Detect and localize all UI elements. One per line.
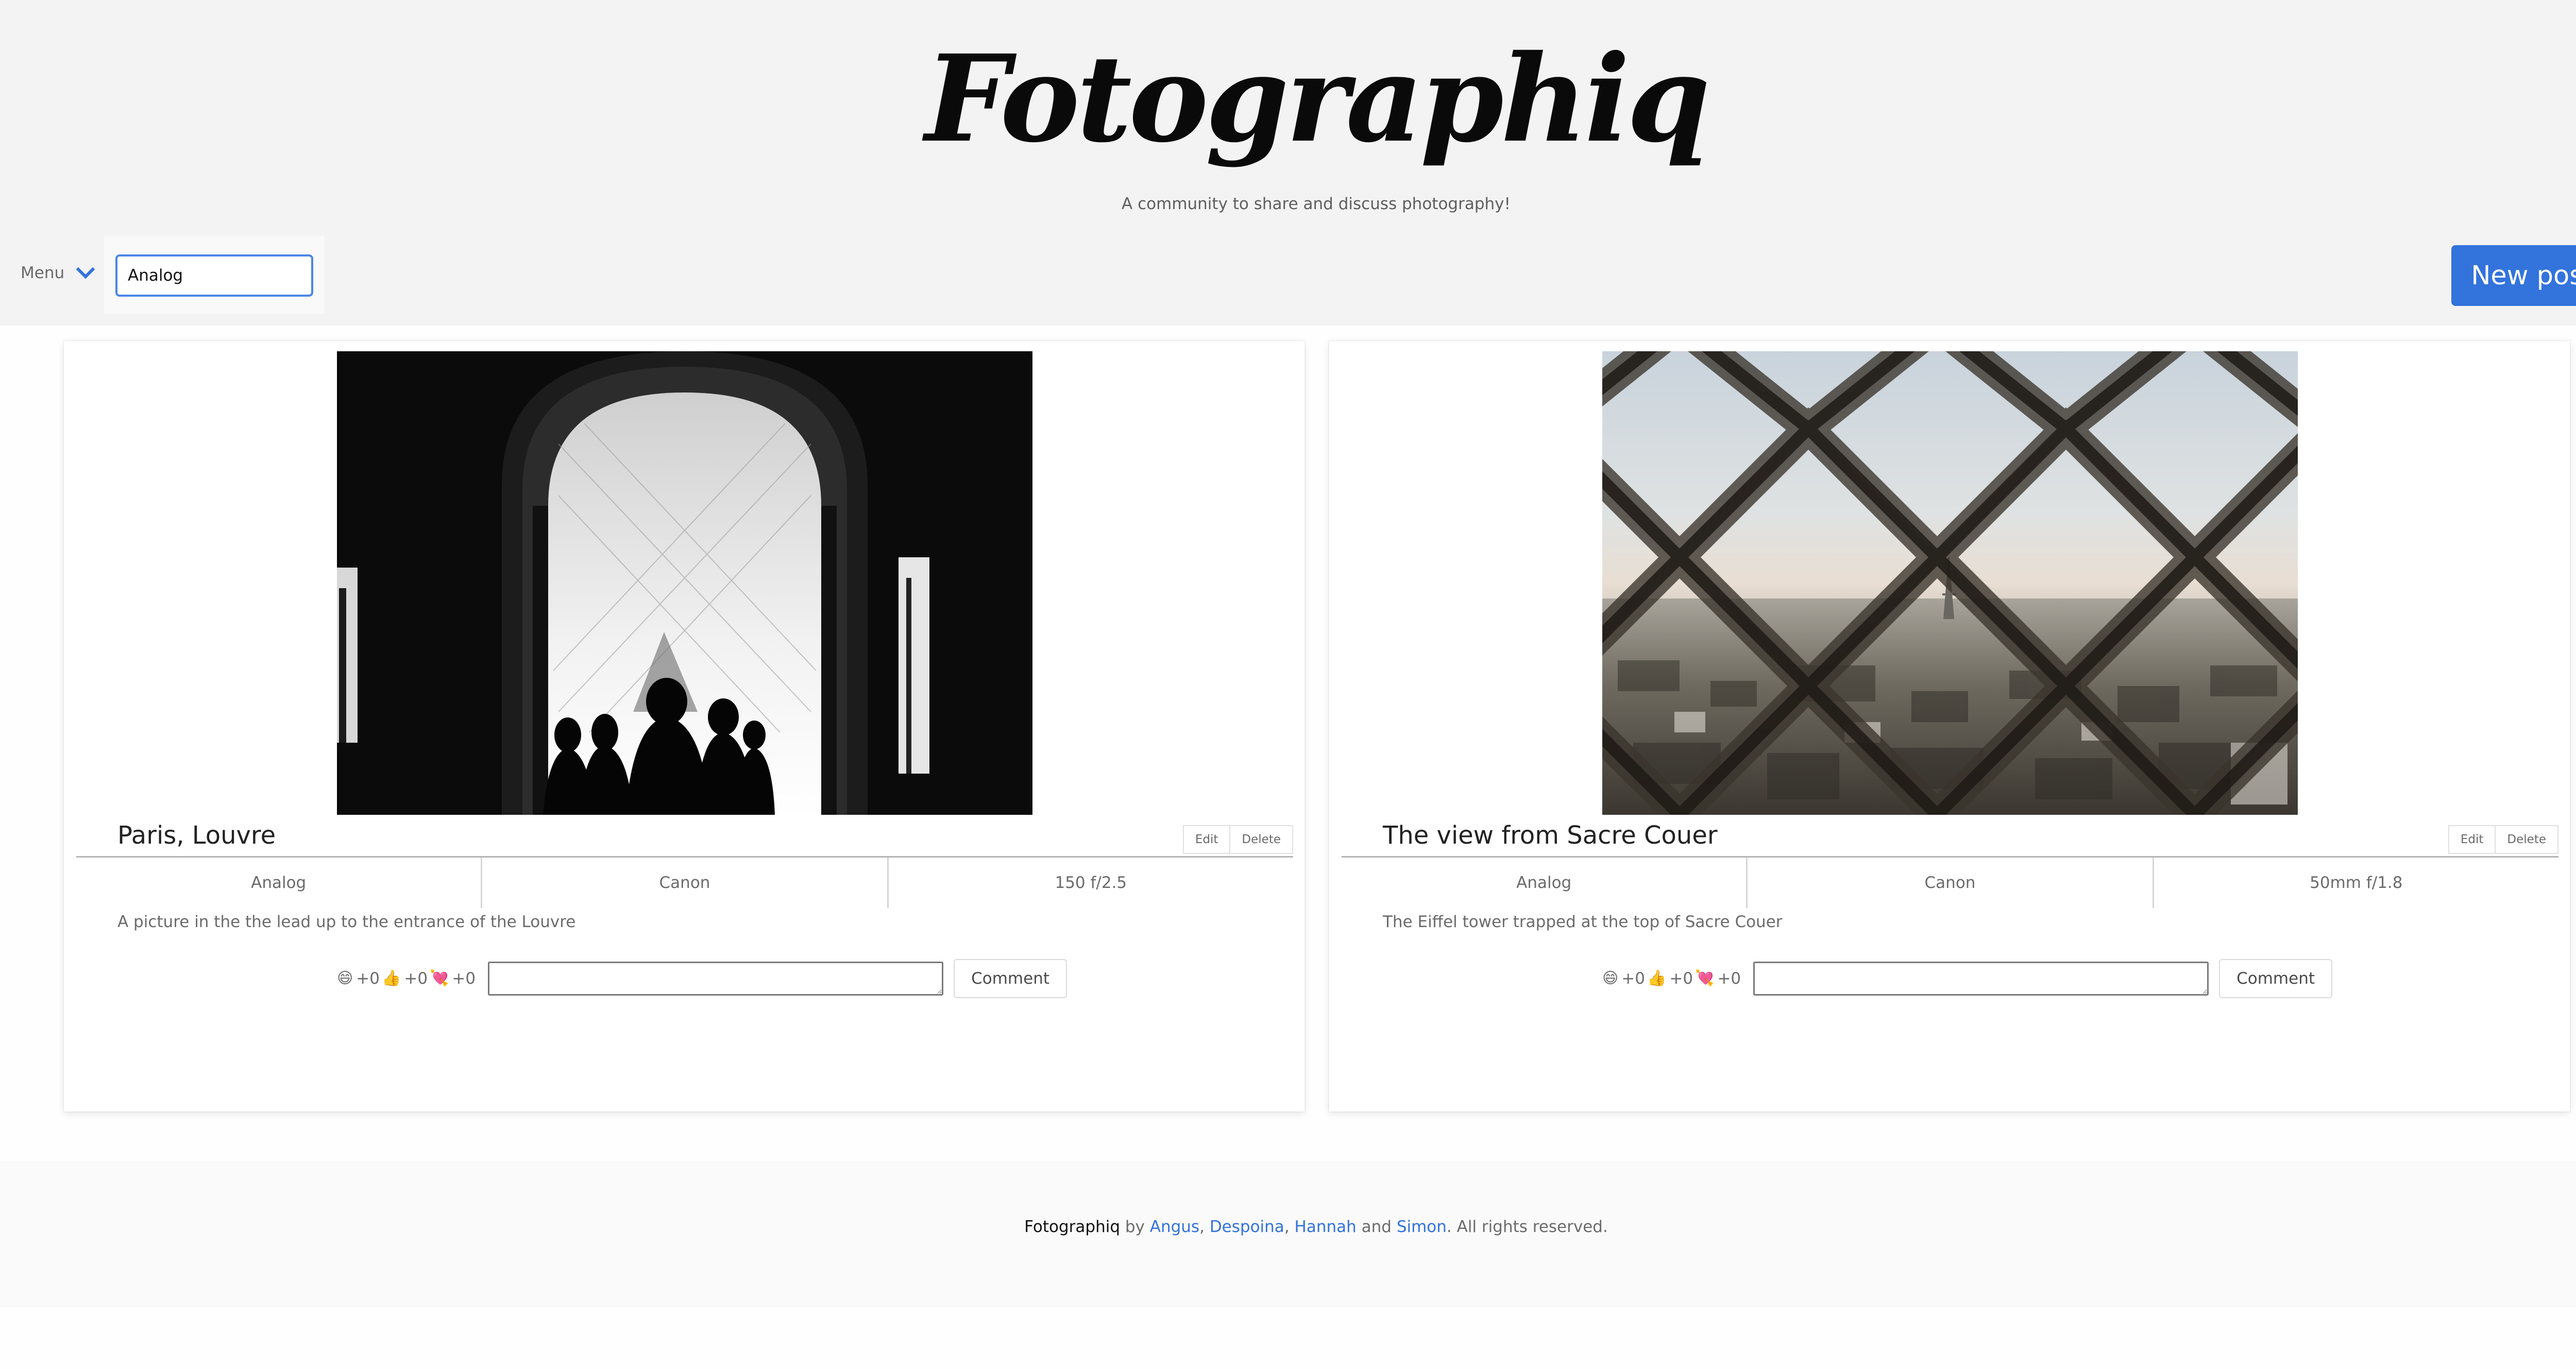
delete-button[interactable]: Delete <box>2496 825 2558 854</box>
site-tagline: A community to share and discuss photogr… <box>1122 195 1511 213</box>
author-link-angus[interactable]: Angus <box>1150 1218 1199 1236</box>
comment-button[interactable]: Comment <box>2219 959 2332 998</box>
post-actions: Edit Delete <box>2448 825 2558 854</box>
search-container <box>104 236 325 314</box>
meta-lens: 50mm f/1.8 <box>2310 874 2403 892</box>
meta-film: Analog <box>1342 858 1748 908</box>
footer-rights: . All rights reserved. <box>1446 1218 1608 1236</box>
edit-button[interactable]: Edit <box>2448 825 2496 854</box>
footer-separator: , <box>1284 1218 1295 1236</box>
thumbs-up-icon[interactable]: 👍 <box>1647 971 1666 986</box>
post-description: The Eiffel tower trapped at the top of S… <box>1383 913 1783 931</box>
menu-dropdown[interactable]: Menu <box>21 260 95 282</box>
menu-label[interactable]: Menu <box>21 264 64 282</box>
thumbs-up-icon[interactable]: 👍 <box>382 971 401 986</box>
meta-camera: Canon <box>1748 858 2154 908</box>
reaction-count: +0 <box>452 969 476 988</box>
reaction-count: +0 <box>404 969 428 988</box>
reaction-count: +0 <box>1717 969 1741 988</box>
meta-lens: 150 f/2.5 <box>1055 874 1127 892</box>
reaction-count: +0 <box>356 969 380 988</box>
post-actions: Edit Delete <box>1182 825 1293 854</box>
author-link-despoina[interactable]: Despoina <box>1210 1218 1284 1236</box>
site-footer: Fotographiq by Angus, Despoina, Hannah a… <box>0 1161 2576 1307</box>
laugh-emoji-icon[interactable]: 😄 <box>337 971 353 986</box>
search-input[interactable] <box>115 254 313 297</box>
comment-input[interactable] <box>1753 962 2209 996</box>
footer-brand: Fotographiq <box>1024 1218 1121 1236</box>
footer-and: and <box>1356 1218 1397 1236</box>
post-meta: Analog Canon 50mm f/1.8 <box>1342 858 2558 908</box>
comment-input[interactable] <box>488 962 944 996</box>
reaction-count: +0 <box>1621 969 1645 988</box>
meta-camera: Canon <box>482 858 889 908</box>
reaction-bar: 😄 +0 👍 +0 💘 +0 Comment <box>1602 959 2332 998</box>
footer-separator: , <box>1199 1218 1210 1236</box>
post-photo-sacre-coeur <box>1602 351 2298 815</box>
laugh-emoji-icon[interactable]: 😄 <box>1602 971 1618 986</box>
post-card: The view from Sacre Couer Edit Delete An… <box>1329 341 2570 1111</box>
author-link-simon[interactable]: Simon <box>1397 1218 1447 1236</box>
comment-button[interactable]: Comment <box>954 959 1067 998</box>
heart-arrow-icon[interactable]: 💘 <box>1695 971 1714 986</box>
post-title: The view from Sacre Couer <box>1383 821 1718 850</box>
site-logo[interactable]: Fotographiq <box>0 27 2576 171</box>
delete-button[interactable]: Delete <box>1230 825 1293 854</box>
new-post-button[interactable]: New post <box>2451 245 2576 306</box>
reaction-count: +0 <box>1669 969 1693 988</box>
post-description: A picture in the the lead up to the entr… <box>117 913 576 931</box>
edit-button[interactable]: Edit <box>1182 825 1231 854</box>
heart-arrow-icon[interactable]: 💘 <box>430 971 449 986</box>
meta-film: Analog <box>76 858 483 908</box>
reaction-bar: 😄 +0 👍 +0 💘 +0 Comment <box>337 959 1067 998</box>
reactions: 😄 +0 👍 +0 💘 +0 <box>337 969 478 988</box>
chevron-down-icon[interactable] <box>76 260 95 279</box>
post-photo-louvre <box>337 351 1032 815</box>
reactions: 😄 +0 👍 +0 💘 +0 <box>1602 969 1743 988</box>
footer-credits: Fotographiq by Angus, Despoina, Hannah a… <box>0 1218 2576 1236</box>
author-link-hannah[interactable]: Hannah <box>1295 1218 1357 1236</box>
post-meta: Analog Canon 150 f/2.5 <box>76 858 1293 908</box>
footer-by: by <box>1120 1218 1150 1236</box>
post-title: Paris, Louvre <box>117 821 276 850</box>
site-header: Fotographiq A community to share and dis… <box>0 0 2576 326</box>
post-card: Paris, Louvre Edit Delete Analog Canon 1… <box>64 341 1304 1111</box>
